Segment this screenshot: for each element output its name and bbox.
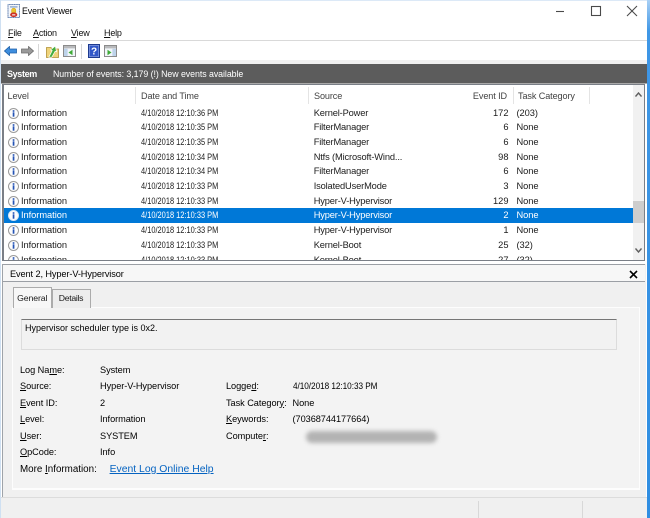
svg-text:?: ? [91,47,97,58]
